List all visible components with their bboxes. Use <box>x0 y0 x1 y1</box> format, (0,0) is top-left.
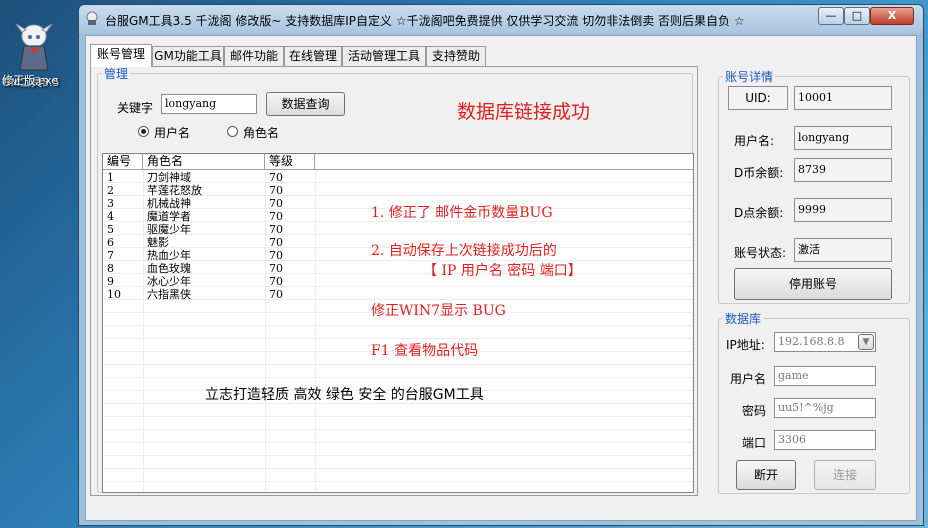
cell-level: 70 <box>269 223 283 236</box>
db-user-input[interactable]: game <box>774 366 876 386</box>
cell-level: 70 <box>269 288 283 301</box>
table-row[interactable]: 5 驱魔少年 70 <box>103 223 693 236</box>
cell-id: 10 <box>107 288 121 301</box>
radio-username[interactable] <box>138 126 149 137</box>
note-1: 1. 修正了 邮件金币数量BUG <box>371 205 553 221</box>
cell-name: 刀剑神域 <box>147 171 191 184</box>
keyword-label: 关键字 <box>117 101 154 115</box>
uid-value: 10001 <box>794 86 892 110</box>
db-user-label: 用户名 <box>730 372 767 386</box>
cell-level: 70 <box>269 197 283 210</box>
note-4: 修正WIN7显示 BUG <box>371 303 506 319</box>
column-header-filler <box>315 154 693 170</box>
note-5: F1 查看物品代码 <box>371 343 479 359</box>
note-2: 2. 自动保存上次链接成功后的 <box>371 243 557 259</box>
column-header-name[interactable]: 角色名 <box>143 154 265 170</box>
cell-level: 70 <box>269 184 283 197</box>
account-status-value: 激活 <box>794 238 892 262</box>
window-title: 台服GM工具3.5 千泷阁 修改版~ 支持数据库IP自定义 ☆千泷阁吧免费提供 … <box>105 14 745 28</box>
db-status-text: 数据库链接成功 <box>457 101 591 123</box>
cell-name: 机械战神 <box>147 197 191 210</box>
query-button[interactable]: 数据查询 <box>266 92 345 116</box>
desktop-icon-label-2: 修正版.exe <box>2 74 59 87</box>
tab-online[interactable]: 在线管理 <box>284 46 342 66</box>
cell-id: 7 <box>107 249 114 262</box>
tab-account-manage[interactable]: 账号管理 <box>90 44 152 67</box>
disable-account-button[interactable]: 停用账号 <box>734 268 892 300</box>
username-label: 用户名: <box>734 134 775 148</box>
column-header-id[interactable]: 编号 <box>103 154 143 170</box>
tab-support[interactable]: 支持赞助 <box>426 46 486 66</box>
anime-character-icon <box>12 22 56 74</box>
connect-button[interactable]: 连接 <box>814 460 876 490</box>
cell-name: 魅影 <box>147 236 169 249</box>
cell-id: 9 <box>107 275 114 288</box>
ip-label: IP地址: <box>726 338 765 352</box>
username-value: longyang <box>794 126 892 150</box>
close-button[interactable]: X <box>870 7 914 25</box>
tab-gm-tools[interactable]: GM功能工具 <box>152 46 224 66</box>
cell-level: 70 <box>269 210 283 223</box>
column-header-level[interactable]: 等级 <box>265 154 315 170</box>
cell-level: 70 <box>269 236 283 249</box>
table-row[interactable]: 8 血色玫瑰 70 <box>103 262 693 275</box>
cell-id: 8 <box>107 262 114 275</box>
title-bar[interactable]: 台服GM工具3.5 千泷阁 修改版~ 支持数据库IP自定义 ☆千泷阁吧免费提供 … <box>79 5 923 33</box>
db-port-input[interactable]: 3306 <box>774 430 876 450</box>
dcoin-value: 8739 <box>794 158 892 182</box>
cell-id: 5 <box>107 223 114 236</box>
database-legend: 数据库 <box>725 312 762 326</box>
app-icon <box>85 11 99 25</box>
db-port-label: 端口 <box>742 436 767 450</box>
cell-level: 70 <box>269 262 283 275</box>
account-details-legend: 账号详情 <box>725 70 774 84</box>
table-row[interactable]: 1 刀剑神域 70 <box>103 171 693 184</box>
tab-activity[interactable]: 活动管理工具 <box>342 46 426 66</box>
note-3: 【 IP 用户名 密码 端口】 <box>423 263 582 279</box>
radio-rolename[interactable] <box>227 126 238 137</box>
uid-label: UID: <box>728 86 788 110</box>
disconnect-button[interactable]: 断开 <box>736 460 796 490</box>
cell-name: 热血少年 <box>147 249 191 262</box>
cell-name: 血色玫瑰 <box>147 262 191 275</box>
cell-id: 3 <box>107 197 114 210</box>
ip-dropdown-arrow-icon[interactable]: ▼ <box>858 334 874 350</box>
cell-id: 1 <box>107 171 114 184</box>
cell-level: 70 <box>269 275 283 288</box>
cell-name: 芊莲花怒放 <box>147 184 202 197</box>
cell-id: 2 <box>107 184 114 197</box>
db-password-input[interactable]: uu5!^%jg <box>774 398 876 418</box>
table-row[interactable]: 2 芊莲花怒放 70 <box>103 184 693 197</box>
minimize-button[interactable]: — <box>818 7 844 25</box>
character-list[interactable]: 编号 角色名 等级 1 刀剑神域 70 2 芊莲花怒放 70 3 机械战神 70 4 魔道学者 70 5… <box>102 153 694 493</box>
dpoint-value: 9999 <box>794 198 892 222</box>
cell-name: 驱魔少年 <box>147 223 191 236</box>
table-row[interactable]: 9 冰心少年 70 <box>103 275 693 288</box>
keyword-input[interactable]: longyang <box>161 94 257 114</box>
window-client: 账号管理 GM功能工具 邮件功能 在线管理 活动管理工具 支持赞助 管理 关键字… <box>85 35 917 521</box>
gm-tool-window: 台服GM工具3.5 千泷阁 修改版~ 支持数据库IP自定义 ☆千泷阁吧免费提供 … <box>78 4 924 526</box>
cell-id: 6 <box>107 236 114 249</box>
tab-mail[interactable]: 邮件功能 <box>224 46 284 66</box>
dpoint-label: D点余额: <box>734 206 784 220</box>
cell-level: 70 <box>269 171 283 184</box>
cell-name: 冰心少年 <box>147 275 191 288</box>
account-status-label: 账号状态: <box>734 246 787 260</box>
cell-id: 4 <box>107 210 114 223</box>
grid-header: 编号 角色名 等级 <box>103 154 693 170</box>
manage-group-legend: 管理 <box>104 67 129 81</box>
maximize-button[interactable]: □ <box>844 7 870 25</box>
radio-rolename-label: 角色名 <box>243 126 280 140</box>
cell-name: 魔道学者 <box>147 210 191 223</box>
cell-name: 六指黑侠 <box>147 288 191 301</box>
radio-username-label: 用户名 <box>154 126 191 140</box>
cell-level: 70 <box>269 249 283 262</box>
desktop-icon-gm-tool[interactable]: GM工具3.5 修正版.exe <box>2 22 66 89</box>
slogan-text: 立志打造轻质 高效 绿色 安全 的台服GM工具 <box>205 387 484 403</box>
db-password-label: 密码 <box>742 404 767 418</box>
dcoin-label: D币余额: <box>734 166 784 180</box>
